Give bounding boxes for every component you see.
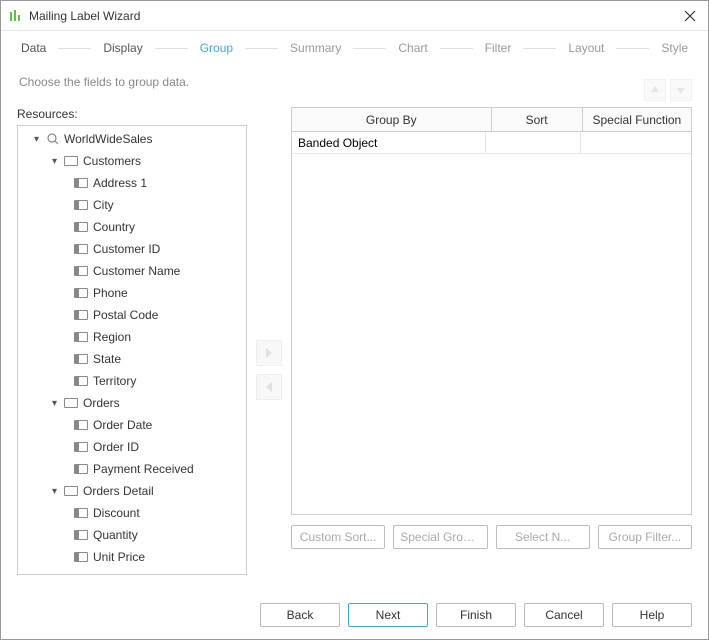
tree-table[interactable]: ▾ Orders Detail bbox=[18, 480, 246, 502]
grid-header-special[interactable]: Special Function bbox=[583, 108, 691, 131]
tree-field[interactable]: State bbox=[18, 348, 246, 370]
move-buttons bbox=[247, 107, 291, 593]
tree-table-label: Customers bbox=[83, 154, 141, 168]
grid-header-groupby[interactable]: Group By bbox=[292, 108, 492, 131]
tree-field[interactable]: City bbox=[18, 194, 246, 216]
table-icon bbox=[64, 156, 78, 166]
select-n-button[interactable]: Select N... bbox=[496, 525, 590, 549]
add-field-button[interactable] bbox=[256, 340, 282, 366]
app-icon bbox=[9, 9, 23, 23]
tree-field[interactable]: Discount bbox=[18, 502, 246, 524]
step-layout[interactable]: Layout bbox=[564, 41, 608, 55]
field-icon bbox=[74, 552, 88, 562]
step-style[interactable]: Style bbox=[657, 41, 692, 55]
step-chart[interactable]: Chart bbox=[394, 41, 431, 55]
tree-table[interactable]: ▾ Customers bbox=[18, 150, 246, 172]
table-icon bbox=[64, 398, 78, 408]
resources-tree[interactable]: ▾ WorldWideSales ▾ Customers Address 1 C… bbox=[17, 125, 247, 575]
field-icon bbox=[74, 244, 88, 254]
group-grid[interactable]: Group By Sort Special Function Banded Ob… bbox=[291, 107, 692, 515]
group-pane: Group By Sort Special Function Banded Ob… bbox=[291, 107, 692, 593]
tree-field[interactable]: Country bbox=[18, 216, 246, 238]
field-icon bbox=[74, 442, 88, 452]
grid-cell-groupby[interactable]: Banded Object bbox=[292, 132, 486, 153]
group-option-buttons: Custom Sort... Special Group... Select N… bbox=[291, 525, 692, 549]
tree-field[interactable]: Territory bbox=[18, 370, 246, 392]
tree-field[interactable]: Payment Received bbox=[18, 458, 246, 480]
step-display[interactable]: Display bbox=[99, 41, 146, 55]
tree-field[interactable]: Address 1 bbox=[18, 172, 246, 194]
grid-header-sort[interactable]: Sort bbox=[492, 108, 583, 131]
tree-table[interactable]: ▾ Orders bbox=[18, 392, 246, 414]
field-icon bbox=[74, 530, 88, 540]
move-down-button[interactable] bbox=[670, 79, 692, 101]
chevron-down-icon[interactable]: ▾ bbox=[52, 486, 62, 497]
step-group[interactable]: Group bbox=[196, 41, 237, 55]
field-icon bbox=[74, 354, 88, 364]
tree-field[interactable]: Order Date bbox=[18, 414, 246, 436]
step-summary[interactable]: Summary bbox=[286, 41, 345, 55]
field-icon bbox=[74, 464, 88, 474]
field-icon bbox=[74, 222, 88, 232]
remove-field-button[interactable] bbox=[256, 374, 282, 400]
tree-table-label: Orders Detail bbox=[83, 484, 154, 498]
chevron-down-icon[interactable]: ▾ bbox=[52, 398, 62, 409]
custom-sort-button[interactable]: Custom Sort... bbox=[291, 525, 385, 549]
step-data[interactable]: Data bbox=[17, 41, 50, 55]
move-up-button[interactable] bbox=[644, 79, 666, 101]
resources-pane: Resources: ▾ WorldWideSales ▾ Customers … bbox=[17, 107, 247, 593]
group-filter-button[interactable]: Group Filter... bbox=[598, 525, 692, 549]
special-group-button[interactable]: Special Group... bbox=[393, 525, 487, 549]
field-icon bbox=[74, 376, 88, 386]
back-button[interactable]: Back bbox=[260, 603, 340, 627]
field-icon bbox=[74, 332, 88, 342]
finish-button[interactable]: Finish bbox=[436, 603, 516, 627]
grid-row[interactable]: Banded Object bbox=[292, 132, 691, 154]
tree-field[interactable]: Unit Price bbox=[18, 546, 246, 568]
field-icon bbox=[74, 266, 88, 276]
instruction-text: Choose the fields to group data. bbox=[1, 65, 708, 107]
tree-field[interactable]: Region bbox=[18, 326, 246, 348]
field-icon bbox=[74, 508, 88, 518]
tree-field[interactable]: Phone bbox=[18, 282, 246, 304]
grid-cell-sort[interactable] bbox=[486, 132, 581, 153]
field-icon bbox=[74, 288, 88, 298]
tree-field[interactable]: Order ID bbox=[18, 436, 246, 458]
tree-field[interactable]: Customer Name bbox=[18, 260, 246, 282]
reorder-buttons bbox=[644, 79, 692, 101]
cancel-button[interactable]: Cancel bbox=[524, 603, 604, 627]
title-bar: Mailing Label Wizard bbox=[1, 1, 708, 31]
next-button[interactable]: Next bbox=[348, 603, 428, 627]
step-filter[interactable]: Filter bbox=[481, 41, 516, 55]
footer-buttons: Back Next Finish Cancel Help bbox=[1, 593, 708, 637]
tree-table-label: Orders bbox=[83, 396, 120, 410]
grid-header: Group By Sort Special Function bbox=[292, 108, 691, 132]
chevron-down-icon[interactable]: ▾ bbox=[52, 156, 62, 167]
field-icon bbox=[74, 178, 88, 188]
chevron-down-icon[interactable]: ▾ bbox=[34, 134, 44, 145]
field-icon bbox=[74, 420, 88, 430]
wizard-steps: Data Display Group Summary Chart Filter … bbox=[1, 31, 708, 65]
field-icon bbox=[74, 310, 88, 320]
help-button[interactable]: Help bbox=[612, 603, 692, 627]
tree-root-label: WorldWideSales bbox=[64, 132, 152, 146]
tree-field[interactable]: Customer ID bbox=[18, 238, 246, 260]
close-button[interactable] bbox=[680, 6, 700, 26]
tree-field[interactable]: Postal Code bbox=[18, 304, 246, 326]
tree-root[interactable]: ▾ WorldWideSales bbox=[18, 128, 246, 150]
main-area: Resources: ▾ WorldWideSales ▾ Customers … bbox=[1, 107, 708, 593]
grid-cell-special[interactable] bbox=[581, 132, 691, 153]
tree-field[interactable]: Quantity bbox=[18, 524, 246, 546]
table-icon bbox=[64, 486, 78, 496]
window-title: Mailing Label Wizard bbox=[29, 9, 680, 23]
database-icon bbox=[46, 132, 60, 146]
field-icon bbox=[74, 200, 88, 210]
resources-label: Resources: bbox=[17, 107, 247, 125]
